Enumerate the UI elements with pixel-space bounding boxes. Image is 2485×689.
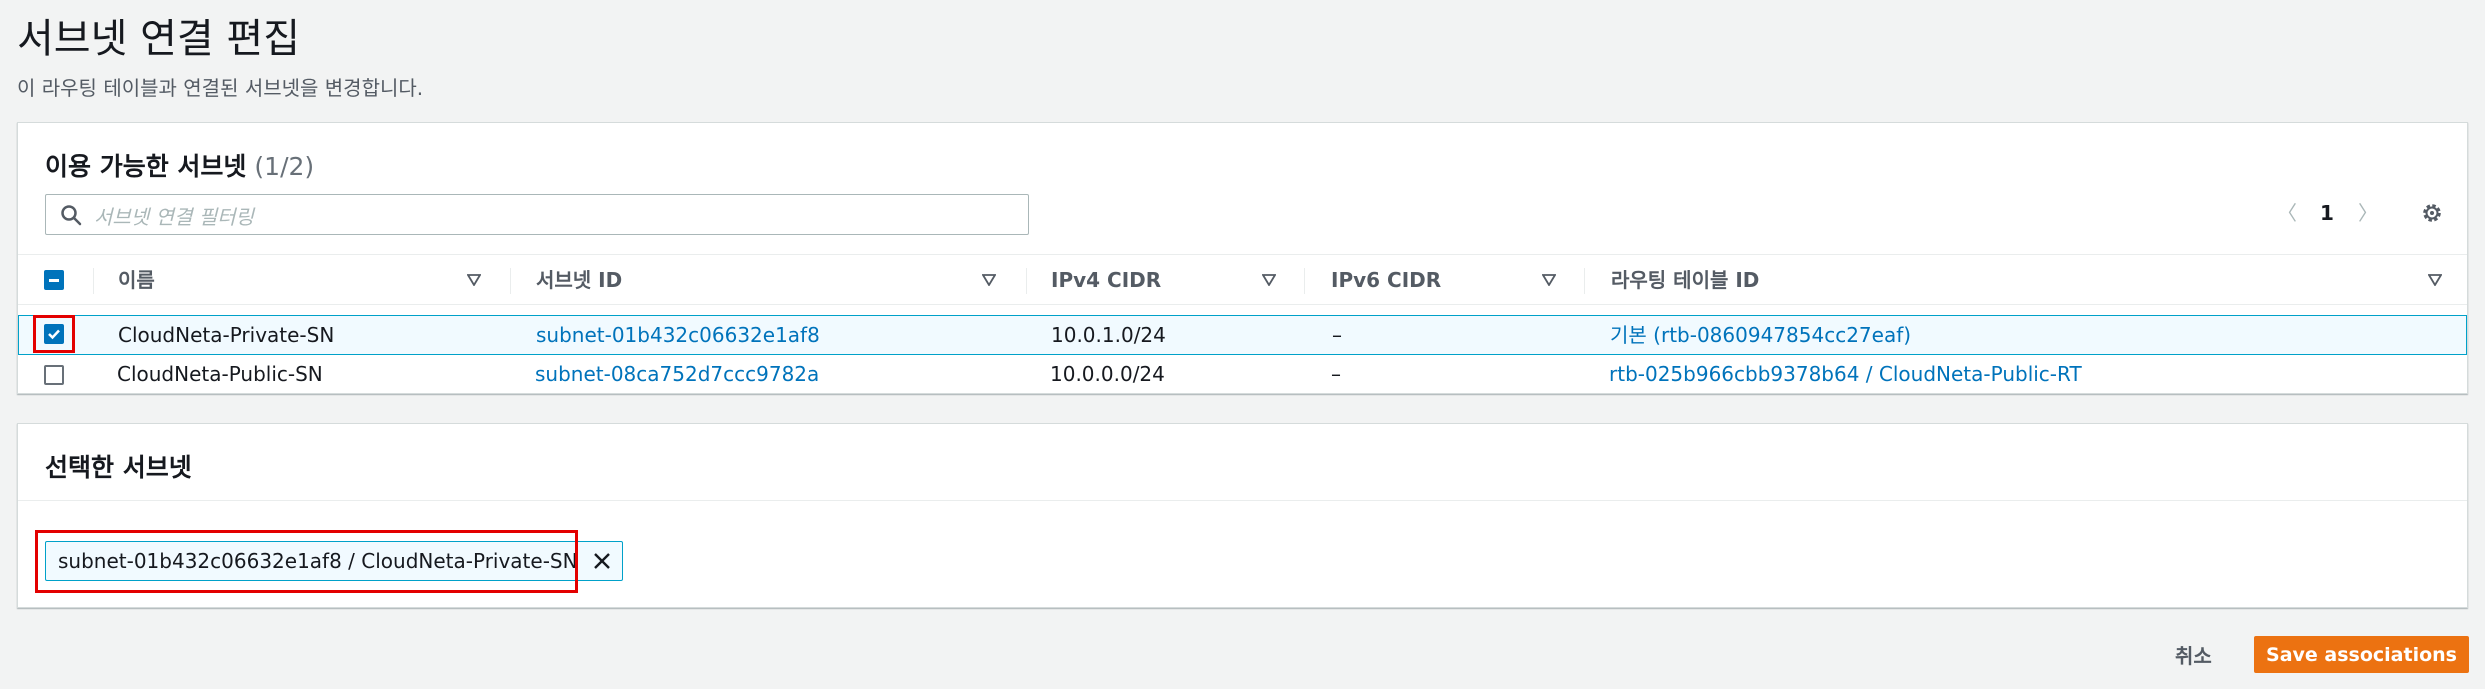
table-header: 이름 서브넷 ID IPv4 CIDR IPv6 CIDR 라우팅 테이블 ID <box>18 254 2467 305</box>
sort-caret-icon[interactable] <box>1262 274 1276 286</box>
search-icon <box>61 205 82 226</box>
gear-icon[interactable] <box>2420 201 2444 225</box>
route-table-cell: 기본 (rtb-0860947854cc27eaf) <box>1610 316 1911 354</box>
sort-caret-icon[interactable] <box>2428 274 2442 286</box>
subnet-id-link[interactable]: subnet-08ca752d7ccc9782a <box>535 355 819 393</box>
table-row[interactable]: CloudNeta-Private-SN subnet-01b432c06632… <box>18 315 2467 355</box>
column-divider <box>1026 268 1027 294</box>
available-subnets-count: (1/2) <box>254 152 315 181</box>
subnet-id-link[interactable]: subnet-01b432c06632e1af8 <box>536 316 820 354</box>
column-divider <box>1584 268 1585 294</box>
column-header-ipv4-cidr[interactable]: IPv4 CIDR <box>1051 255 1161 306</box>
filter-placeholder: 서브넷 연결 필터링 <box>94 205 254 229</box>
divider <box>18 500 2467 501</box>
ipv6-cidr: – <box>1331 362 1341 386</box>
column-divider <box>93 268 94 294</box>
sort-caret-icon[interactable] <box>982 274 996 286</box>
selected-subnets-title: 선택한 서브넷 <box>45 453 192 482</box>
column-header-subnet-id[interactable]: 서브넷 ID <box>536 255 622 306</box>
available-subnets-header: 이용 가능한 서브넷 (1/2) <box>45 147 314 183</box>
ipv6-cidr: – <box>1332 323 1342 347</box>
available-subnets-panel: 이용 가능한 서브넷 (1/2) 서브넷 연결 필터링 〈 1 〉 이름 서브넷 … <box>17 122 2468 394</box>
cancel-button[interactable]: 취소 <box>2175 640 2212 669</box>
highlight-box <box>33 315 75 353</box>
row-checkbox[interactable] <box>44 365 64 385</box>
close-icon[interactable] <box>592 551 612 571</box>
subnet-name: CloudNeta-Public-SN <box>117 362 323 386</box>
column-header-name[interactable]: 이름 <box>118 255 155 306</box>
select-all-checkbox[interactable] <box>44 270 64 290</box>
sort-caret-icon[interactable] <box>1542 274 1556 286</box>
sort-caret-icon[interactable] <box>467 274 481 286</box>
ipv4-cidr: 10.0.0.0/24 <box>1050 362 1165 386</box>
column-header-route-table-id[interactable]: 라우팅 테이블 ID <box>1611 255 1759 306</box>
subnet-filter-input[interactable]: 서브넷 연결 필터링 <box>45 194 1029 235</box>
route-table-link[interactable]: (rtb-0860947854cc27eaf) <box>1653 323 1911 347</box>
route-table-main-label: 기본 <box>1610 323 1647 347</box>
next-page-button[interactable]: 〉 <box>2358 197 2378 226</box>
available-subnets-title: 이용 가능한 서브넷 <box>45 152 247 181</box>
page-title: 서브넷 연결 편집 <box>17 16 301 62</box>
highlight-box <box>35 530 578 593</box>
column-divider <box>510 268 511 294</box>
save-associations-button[interactable]: Save associations <box>2254 636 2469 673</box>
prev-page-button[interactable]: 〈 <box>2277 197 2297 226</box>
table-row[interactable]: CloudNeta-Public-SN subnet-08ca752d7ccc9… <box>18 355 2467 395</box>
current-page-number[interactable]: 1 <box>2320 201 2334 225</box>
column-divider <box>1304 268 1305 294</box>
column-header-ipv6-cidr[interactable]: IPv6 CIDR <box>1331 255 1441 306</box>
route-table-link[interactable]: rtb-025b966cbb9378b64 / CloudNeta-Public… <box>1609 355 2082 393</box>
page-description: 이 라우팅 테이블과 연결된 서브넷을 변경합니다. <box>17 76 424 100</box>
ipv4-cidr: 10.0.1.0/24 <box>1051 323 1166 347</box>
subnet-name: CloudNeta-Private-SN <box>118 323 335 347</box>
